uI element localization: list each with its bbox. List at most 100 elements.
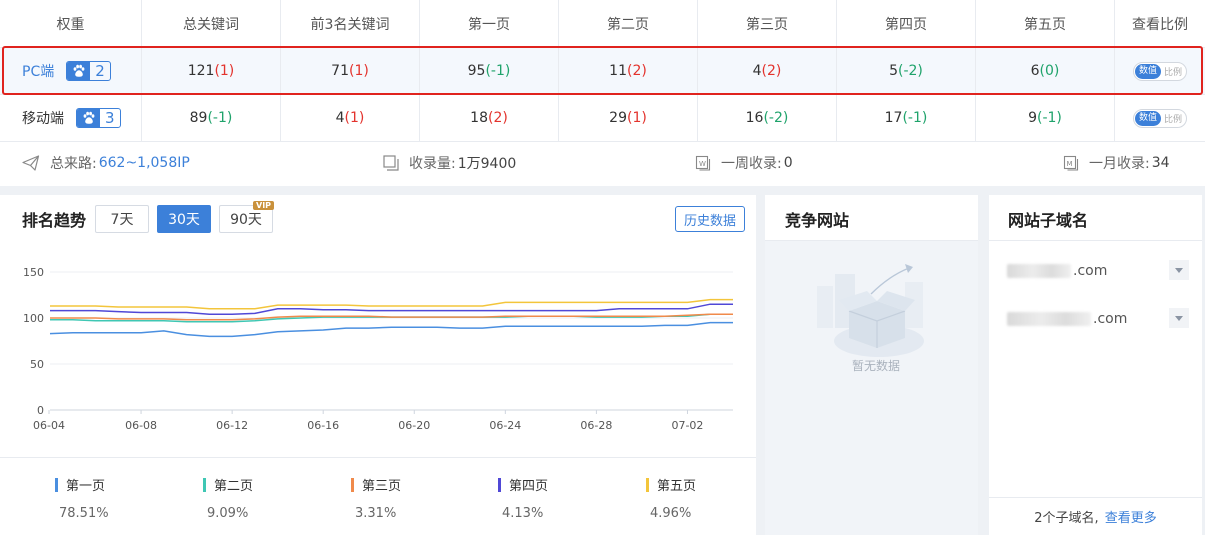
competitor-sites-panel: 竞争网站 暂无数据	[765, 195, 978, 535]
cell-value: 71	[331, 63, 349, 79]
toggle-ratio-option[interactable]: 比例	[1161, 112, 1182, 125]
toggle-ratio-option[interactable]: 比例	[1161, 65, 1182, 78]
ranking-trend-chart: 0 50 100 150 06-04 06-08 06-12 06-16 06-20 06-24 0…	[23, 266, 733, 432]
legend-series-name: 第二页	[214, 479, 254, 494]
series-line-1[interactable]	[49, 321, 733, 338]
ranking-trend-panel: 排名趋势 7天 30天 90天 VIP 历史数据 0 50 100 150 06-04 0…	[0, 195, 756, 535]
header-page-3: 第三页	[698, 0, 837, 47]
cell-value: 11	[609, 63, 627, 79]
cell-page-2: 29 (1)	[559, 95, 698, 141]
x-tick-label: 06-20	[398, 419, 430, 432]
cell-top3-keywords: 4 (1)	[281, 95, 420, 141]
cell-value: 16	[745, 110, 764, 126]
table-row-pc: PC端 2 121 (1) 71 (1) 95 (-1) 11 (2) 4 (2) 5 (-…	[0, 48, 1205, 95]
summary-traffic: 总来路: 662~1,058IP	[22, 141, 190, 185]
cell-change: (-1)	[485, 63, 511, 79]
value-ratio-toggle[interactable]: 数值 比例	[1133, 108, 1187, 128]
toggle-value-option[interactable]: 数值	[1135, 63, 1162, 79]
subdomains-footer: 2个子域名, 查看更多	[989, 497, 1202, 535]
baidu-paw-icon	[77, 109, 100, 127]
cell-change: (0)	[1039, 63, 1060, 79]
cell-page-4: 5 (-2)	[837, 48, 976, 94]
cell-change: (2)	[487, 110, 508, 126]
legend-percent: 3.31%	[355, 506, 397, 521]
week-label: 一周收录:	[721, 156, 782, 172]
history-data-button[interactable]: 历史数据	[675, 206, 745, 232]
x-tick-label: 06-16	[307, 419, 339, 432]
header-top3-keywords: 前3名关键词	[281, 0, 420, 47]
legend-label: 第二页	[203, 475, 253, 494]
legend-label: 第四页	[498, 475, 548, 494]
x-tick-label: 06-08	[125, 419, 157, 432]
toggle-value-option[interactable]: 数值	[1135, 110, 1162, 126]
cell-value: 95	[467, 63, 486, 79]
weight-value: 2	[95, 62, 105, 80]
y-tick-label: 150	[23, 266, 44, 279]
legend-series-name: 第五页	[657, 479, 697, 494]
cell-total-keywords: 121 (1)	[142, 48, 281, 94]
platform-cell-pc[interactable]: PC端 2	[0, 48, 142, 94]
legend-color-swatch	[55, 477, 58, 492]
stats-panel: 权重 总关键词 前3名关键词 第一页 第二页 第三页 第四页 第五页 查看比例 …	[0, 0, 1205, 186]
legend-series-name: 第一页	[66, 479, 106, 494]
legend-percent: 9.09%	[207, 506, 249, 521]
cell-change: (1)	[344, 110, 365, 126]
legend-label: 第一页	[55, 475, 105, 494]
header-weight: 权重	[0, 0, 142, 47]
view-more-link[interactable]: 查看更多	[1105, 507, 1157, 526]
table-header-row: 权重 总关键词 前3名关键词 第一页 第二页 第三页 第四页 第五页 查看比例	[0, 0, 1205, 48]
legend-percent: 4.96%	[650, 506, 692, 521]
cell-total-keywords: 89 (-1)	[142, 95, 281, 141]
ratio-cell: 数值 比例	[1115, 48, 1205, 94]
indexed-value: 1万9400	[457, 156, 517, 172]
x-tick-label: 06-24	[489, 419, 521, 432]
svg-text:M: M	[1067, 160, 1073, 168]
cell-value: 4	[752, 63, 762, 79]
summary-week: W 一周收录: 0	[695, 141, 793, 185]
legend-color-swatch	[646, 477, 649, 492]
cell-page-3: 16 (-2)	[698, 95, 837, 141]
summary-indexed: 收录量: 1万9400	[383, 141, 516, 185]
header-page-2: 第二页	[559, 0, 698, 47]
pages-icon	[383, 155, 399, 171]
cell-change: (2)	[626, 63, 647, 79]
traffic-label: 总来路:	[50, 156, 97, 172]
subdomain-item[interactable]: .com	[1007, 260, 1189, 282]
cell-value: 4	[335, 110, 345, 126]
cell-value: 17	[884, 110, 903, 126]
paper-plane-icon	[22, 155, 40, 171]
y-tick-label: 0	[37, 404, 44, 417]
chevron-down-icon[interactable]	[1169, 260, 1189, 280]
range-7d-button[interactable]: 7天	[95, 205, 149, 233]
cell-page-5: 6 (0)	[976, 48, 1115, 94]
platform-cell-mobile[interactable]: 移动端 3	[0, 95, 142, 141]
empty-message: 暂无数据	[851, 359, 900, 373]
header-page-5: 第五页	[976, 0, 1115, 47]
cell-top3-keywords: 71 (1)	[281, 48, 420, 94]
cell-change: (-1)	[902, 110, 928, 126]
platform-label[interactable]: 移动端	[22, 108, 64, 128]
range-30d-button[interactable]: 30天	[157, 205, 211, 233]
subdomain-count: 2个子域名,	[1034, 511, 1099, 526]
cell-change: (-2)	[763, 110, 789, 126]
value-ratio-toggle[interactable]: 数值 比例	[1133, 61, 1187, 81]
table-row-mobile: 移动端 3 89 (-1) 4 (1) 18 (2) 29 (1) 16 (-2) 17(…	[0, 95, 1205, 142]
ratio-cell: 数值 比例	[1115, 95, 1205, 141]
chevron-down-icon[interactable]	[1169, 308, 1189, 328]
cell-change: (1)	[626, 110, 647, 126]
month-calendar-icon: M	[1063, 155, 1079, 171]
empty-box-icon	[809, 256, 939, 365]
legend-series-name: 第三页	[362, 479, 402, 494]
subdomain-item[interactable]: .com	[1007, 308, 1189, 330]
masked-domain-text	[1007, 264, 1071, 278]
legend-color-swatch	[498, 477, 501, 492]
legend-label: 第三页	[351, 475, 401, 494]
subdomain-suffix: .com	[1093, 311, 1128, 327]
svg-text:W: W	[699, 160, 706, 168]
cell-value: 121	[187, 63, 215, 79]
platform-label[interactable]: PC端	[22, 61, 54, 81]
trend-title: 排名趋势	[22, 211, 87, 230]
cell-page-1: 18 (2)	[420, 95, 559, 141]
x-tick-label: 06-12	[216, 419, 248, 432]
series-line-5[interactable]	[50, 298, 733, 310]
